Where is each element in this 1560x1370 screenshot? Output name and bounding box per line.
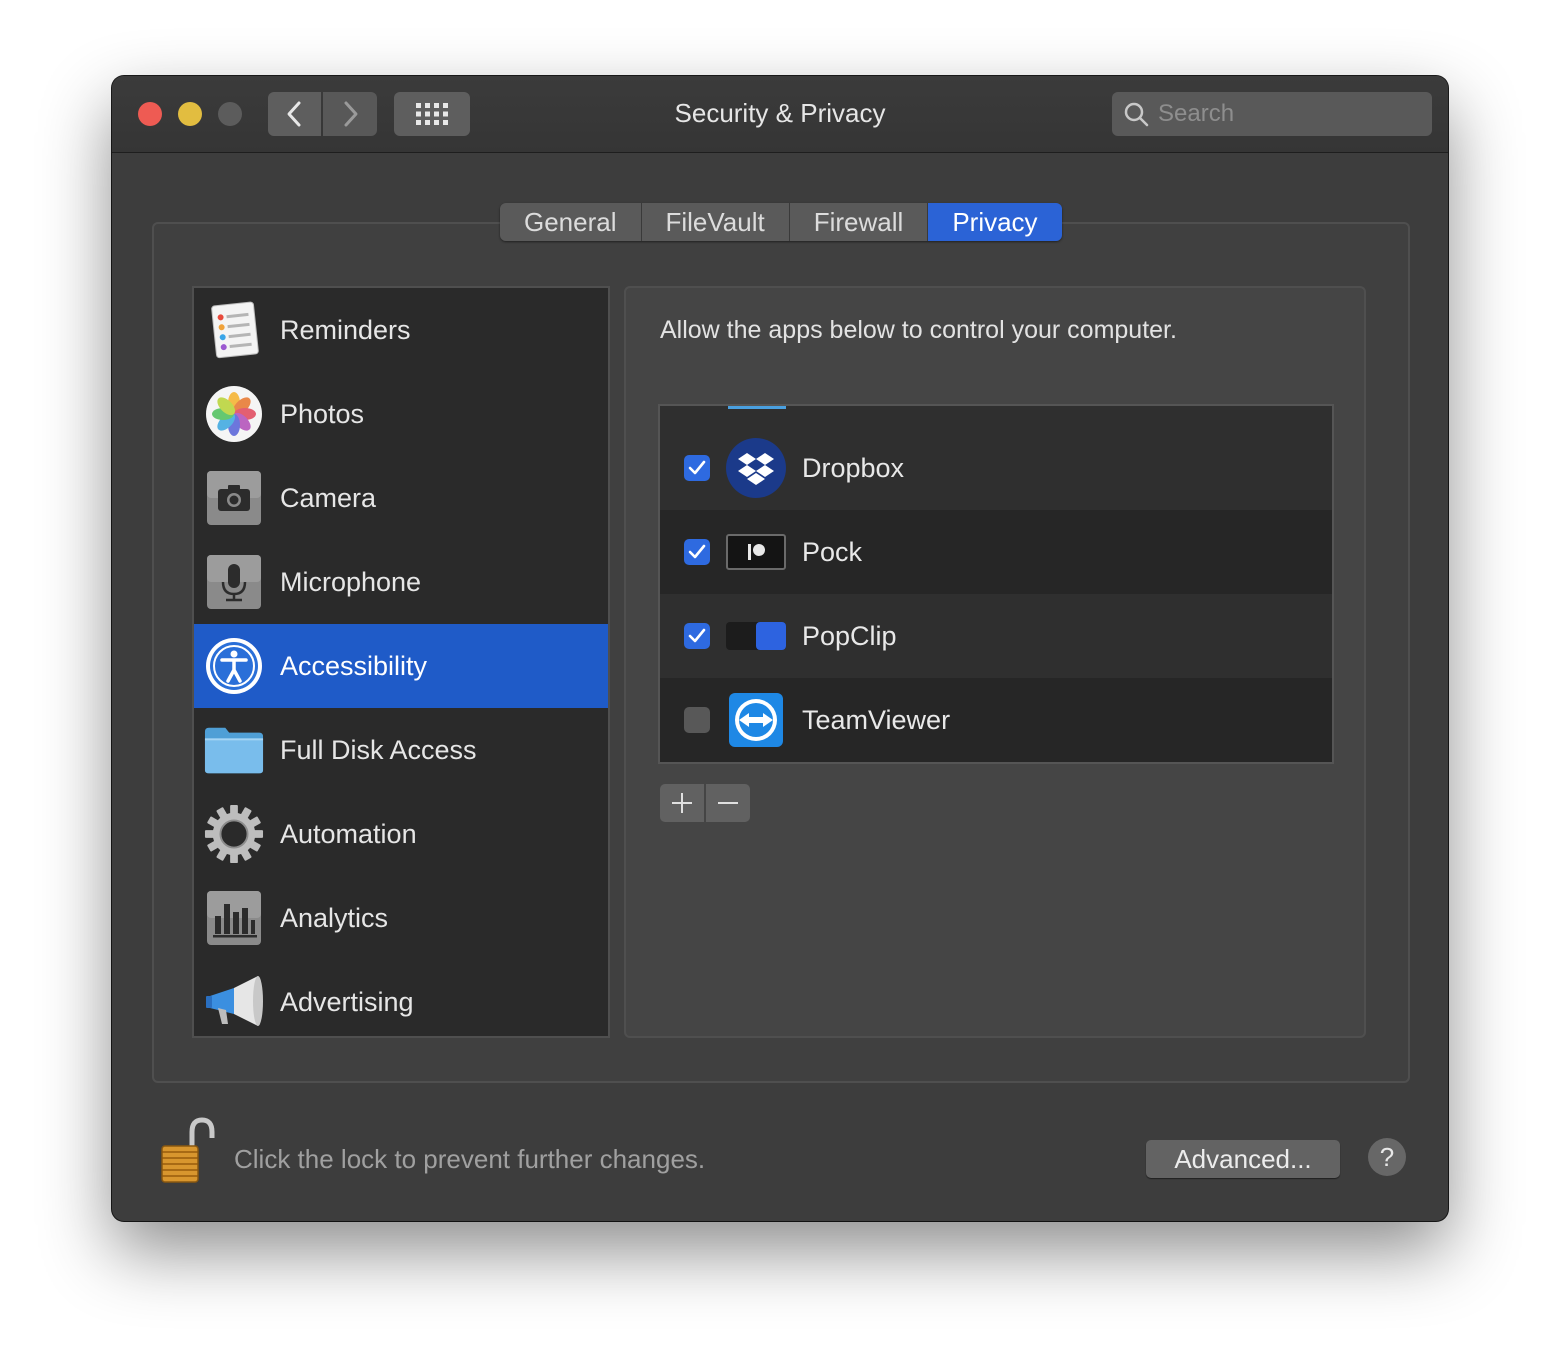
title-bar: Security & Privacy	[112, 76, 1448, 153]
dropbox-checkbox[interactable]	[684, 455, 710, 481]
sidebar-item-automation[interactable]: Automation	[194, 792, 608, 876]
pock-icon	[726, 522, 786, 582]
sidebar-item-label: Photos	[280, 398, 365, 429]
preferences-window: Security & Privacy General FileVault Fir…	[112, 76, 1448, 1221]
checkmark-icon	[688, 544, 706, 559]
privacy-category-list: Reminders Photos Camera Microphone Acces…	[192, 286, 610, 1038]
advanced-button[interactable]: Advanced...	[1146, 1140, 1340, 1178]
list-item	[660, 406, 1332, 426]
app-row-dropbox[interactable]: Dropbox	[660, 426, 1332, 510]
help-button[interactable]: ?	[1368, 1138, 1406, 1176]
sidebar-item-photos[interactable]: Photos	[194, 372, 608, 456]
sidebar-item-label: Accessibility	[280, 650, 428, 681]
checkmark-icon	[688, 460, 706, 475]
tab-filevault[interactable]: FileVault	[641, 203, 790, 241]
sidebar-item-full-disk-access[interactable]: Full Disk Access	[194, 708, 608, 792]
sidebar-item-analytics[interactable]: Analytics	[194, 876, 608, 960]
camera-icon	[204, 468, 264, 528]
app-list[interactable]: Dropbox Pock PopClip TeamViewer	[658, 404, 1334, 764]
megaphone-icon	[204, 972, 264, 1032]
sidebar-item-reminders[interactable]: Reminders	[194, 288, 608, 372]
gear-icon	[204, 804, 264, 864]
microphone-icon	[204, 552, 264, 612]
add-remove-control	[660, 784, 750, 822]
app-row-pock[interactable]: Pock	[660, 510, 1332, 594]
checkmark-icon	[688, 628, 706, 643]
search-input[interactable]	[1156, 99, 1410, 129]
unlocked-padlock-icon	[161, 1117, 215, 1183]
teamviewer-icon	[726, 690, 786, 750]
sidebar-item-advertising[interactable]: Advertising	[194, 960, 608, 1036]
tab-privacy[interactable]: Privacy	[928, 203, 1062, 241]
app-row-teamviewer[interactable]: TeamViewer	[660, 678, 1332, 762]
sidebar-item-label: Camera	[280, 482, 377, 513]
app-row-popclip[interactable]: PopClip	[660, 594, 1332, 678]
sidebar-item-label: Analytics	[280, 902, 389, 933]
lock-status-text: Click the lock to prevent further change…	[234, 1144, 706, 1174]
app-label: PopClip	[802, 620, 897, 651]
sidebar-item-camera[interactable]: Camera	[194, 456, 608, 540]
tab-bar: General FileVault Firewall Privacy	[500, 203, 1062, 241]
analytics-icon	[204, 888, 264, 948]
search-icon	[1122, 100, 1150, 128]
description-text: Allow the apps below to control your com…	[660, 316, 1177, 344]
minus-icon	[718, 802, 738, 804]
app-label: Pock	[802, 536, 863, 567]
sidebar-item-label: Automation	[280, 818, 417, 849]
sidebar-item-label: Microphone	[280, 566, 422, 597]
pock-checkbox[interactable]	[684, 539, 710, 565]
remove-app-button[interactable]	[706, 784, 750, 822]
app-label: TeamViewer	[802, 704, 951, 735]
add-app-button[interactable]	[660, 784, 704, 822]
sidebar-item-microphone[interactable]: Microphone	[194, 540, 608, 624]
tab-general[interactable]: General	[500, 203, 642, 241]
privacy-detail-pane: Allow the apps below to control your com…	[624, 286, 1366, 1038]
teamviewer-checkbox[interactable]	[684, 707, 710, 733]
tab-firewall[interactable]: Firewall	[789, 203, 929, 241]
reminders-icon	[204, 300, 264, 360]
photos-icon	[204, 384, 264, 444]
plus-icon	[672, 793, 692, 813]
lock-button[interactable]	[152, 1116, 216, 1186]
app-label: Dropbox	[802, 452, 905, 483]
popclip-checkbox[interactable]	[684, 623, 710, 649]
sidebar-item-label: Advertising	[280, 986, 414, 1017]
folder-icon	[204, 720, 264, 780]
dropbox-icon	[726, 438, 786, 498]
search-field[interactable]	[1112, 92, 1432, 136]
partial-app-icon	[728, 406, 786, 409]
sidebar-item-accessibility[interactable]: Accessibility	[194, 624, 608, 708]
sidebar-item-label: Reminders	[280, 314, 411, 345]
accessibility-icon	[204, 636, 264, 696]
popclip-icon	[726, 606, 786, 666]
sidebar-item-label: Full Disk Access	[280, 734, 477, 765]
